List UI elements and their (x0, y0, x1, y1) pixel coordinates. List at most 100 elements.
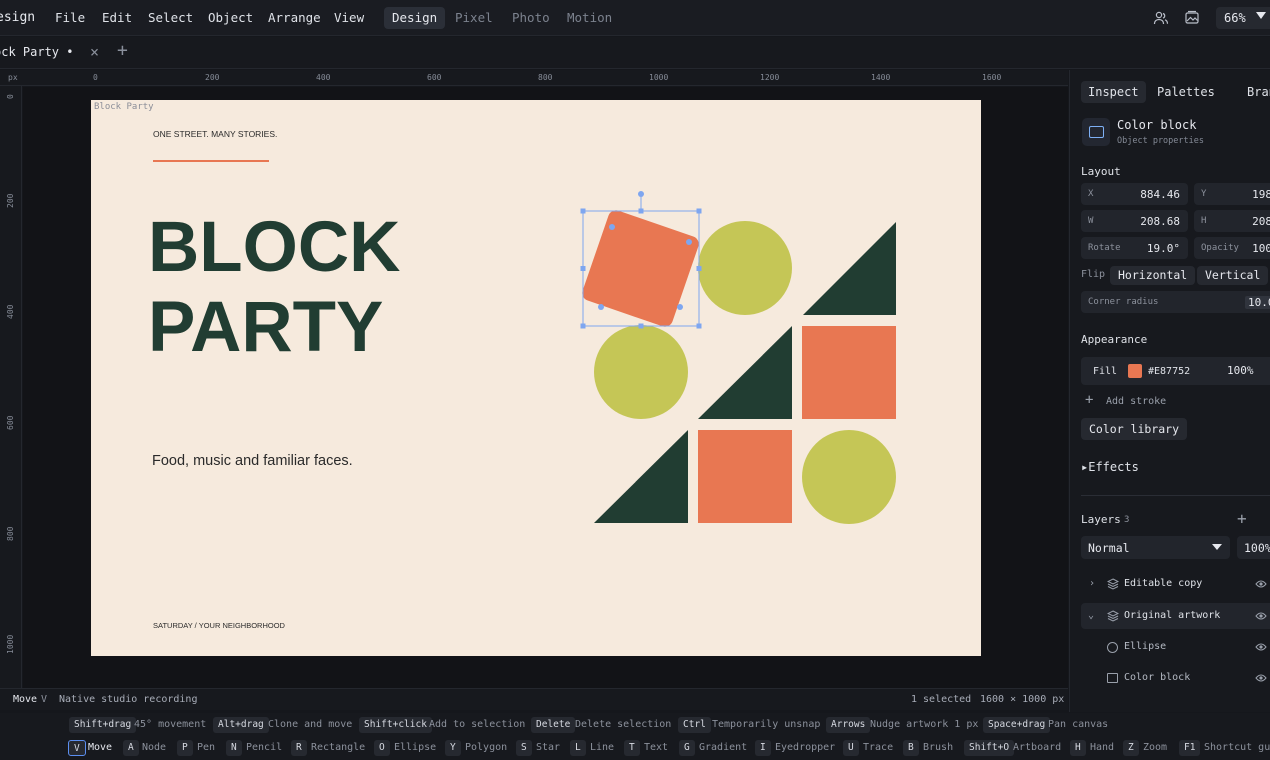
eye-icon[interactable] (1255, 673, 1267, 683)
opacity-field[interactable]: Opacity 100 (1194, 237, 1270, 259)
chevron-right-icon[interactable]: › (1089, 578, 1095, 589)
tab-inspect[interactable]: Inspect (1081, 81, 1146, 103)
layer-row-editable-copy[interactable]: › Editable copy (1081, 571, 1270, 597)
menu-file[interactable]: File (55, 10, 85, 25)
ellipse-shape[interactable] (594, 325, 688, 419)
triangle-shape[interactable] (594, 430, 688, 523)
tool-ellipse[interactable]: Ellipse (394, 742, 436, 753)
tool-hand[interactable]: Hand (1090, 742, 1114, 753)
ellipse-shape[interactable] (698, 221, 792, 315)
tab-brand[interactable]: Brand (1240, 81, 1270, 103)
tool-gradient[interactable]: Gradient (699, 742, 747, 753)
tool-key[interactable]: G (679, 740, 695, 756)
tool-key[interactable]: U (843, 740, 859, 756)
ruler-left[interactable]: 0 200 400 600 800 1000 (0, 86, 22, 688)
tool-shortcut-guide[interactable]: Shortcut gui (1204, 742, 1270, 753)
corner-radius-value[interactable]: 10.0 (1245, 296, 1270, 309)
tool-key[interactable]: O (374, 740, 390, 756)
tool-key[interactable]: Shift+O (964, 740, 1015, 756)
add-tab-icon[interactable]: + (117, 40, 128, 61)
tool-key[interactable]: P (177, 740, 193, 756)
menu-view[interactable]: View (334, 10, 364, 25)
fill-row[interactable]: Fill #E87752 100% (1081, 357, 1270, 385)
tool-key[interactable]: Z (1123, 740, 1139, 756)
square-shape[interactable] (802, 326, 896, 419)
document-tabs: ock Party • × + (0, 37, 1270, 69)
rotate-field[interactable]: Rotate 19.0° (1081, 237, 1188, 259)
layer-opacity-field[interactable]: 100% (1237, 536, 1270, 559)
eye-icon[interactable] (1255, 579, 1267, 589)
image-stack-icon[interactable] (1184, 10, 1200, 26)
close-icon[interactable]: × (90, 43, 99, 61)
tool-key[interactable]: N (226, 740, 242, 756)
tool-key[interactable]: V (68, 740, 86, 756)
tool-key[interactable]: T (624, 740, 640, 756)
add-layer-icon[interactable]: + (1237, 509, 1247, 528)
zoom-select[interactable]: 66% (1216, 7, 1270, 29)
mode-tab-pixel[interactable]: Pixel (447, 7, 501, 29)
triangle-shape[interactable] (803, 222, 896, 315)
rectangle-icon (1107, 673, 1118, 683)
add-stroke-button[interactable]: Add stroke (1106, 396, 1166, 407)
flip-vertical-button[interactable]: Vertical (1197, 266, 1269, 285)
tool-node[interactable]: Node (142, 742, 166, 753)
eye-icon[interactable] (1255, 611, 1267, 621)
tool-key[interactable]: H (1070, 740, 1086, 756)
fill-opacity[interactable]: 100% (1227, 364, 1254, 377)
tool-trace[interactable]: Trace (863, 742, 893, 753)
fill-swatch[interactable] (1128, 364, 1142, 378)
effects-section[interactable]: ▸Effects (1081, 460, 1139, 474)
y-field[interactable]: Y 198 (1194, 183, 1270, 205)
tab-palettes[interactable]: Palettes (1150, 81, 1222, 103)
tool-key[interactable]: S (516, 740, 532, 756)
tool-star[interactable]: Star (536, 742, 560, 753)
menu-edit[interactable]: Edit (102, 10, 132, 25)
ruler-top[interactable]: px 0 200 400 600 800 1000 1200 1400 1600 (0, 70, 1068, 86)
tool-move[interactable]: Move (88, 742, 112, 753)
artboard[interactable]: Block Party ONE STREET. MANY STORIES. BL… (91, 100, 981, 656)
tool-line[interactable]: Line (590, 742, 614, 753)
mode-tab-photo[interactable]: Photo (504, 7, 558, 29)
eye-icon[interactable] (1255, 642, 1267, 652)
blend-mode-select[interactable]: Normal (1081, 536, 1230, 559)
plus-icon[interactable]: + (1085, 392, 1093, 408)
layer-row-color-block[interactable]: Color block (1081, 665, 1270, 691)
tool-artboard[interactable]: Artboard (1013, 742, 1061, 753)
tool-key[interactable]: I (755, 740, 771, 756)
tool-key[interactable]: L (570, 740, 586, 756)
layer-row-original-artwork[interactable]: ⌄ Original artwork (1081, 603, 1270, 629)
people-icon[interactable] (1153, 10, 1169, 26)
tool-rectangle[interactable]: Rectangle (311, 742, 365, 753)
tool-pencil[interactable]: Pencil (246, 742, 282, 753)
tool-text[interactable]: Text (644, 742, 668, 753)
tool-key[interactable]: R (291, 740, 307, 756)
tool-key[interactable]: F1 (1179, 740, 1201, 756)
document-tab[interactable]: ock Party • (0, 45, 73, 59)
square-shape[interactable] (698, 430, 792, 523)
tool-key[interactable]: A (123, 740, 139, 756)
tool-polygon[interactable]: Polygon (465, 742, 507, 753)
tool-brush[interactable]: Brush (923, 742, 953, 753)
height-field[interactable]: H 208 (1194, 210, 1270, 232)
tool-eyedropper[interactable]: Eyedropper (775, 742, 835, 753)
mode-tab-motion[interactable]: Motion (559, 7, 620, 29)
fill-hex[interactable]: #E87752 (1148, 366, 1190, 377)
width-field[interactable]: W 208.68 (1081, 210, 1188, 232)
tool-key[interactable]: Y (445, 740, 461, 756)
x-field[interactable]: X 884.46 (1081, 183, 1188, 205)
menu-object[interactable]: Object (208, 10, 253, 25)
color-block[interactable] (580, 208, 701, 329)
flip-horizontal-button[interactable]: Horizontal (1110, 266, 1196, 285)
tool-zoom[interactable]: Zoom (1143, 742, 1167, 753)
ellipse-shape[interactable] (802, 430, 896, 524)
mode-tab-design[interactable]: Design (384, 7, 446, 29)
color-library-button[interactable]: Color library (1081, 418, 1188, 440)
menu-arrange[interactable]: Arrange (268, 10, 321, 25)
menu-select[interactable]: Select (148, 10, 193, 25)
tool-pen[interactable]: Pen (197, 742, 215, 753)
triangle-shape[interactable] (698, 326, 792, 419)
tool-key[interactable]: B (903, 740, 919, 756)
layer-row-ellipse[interactable]: Ellipse (1081, 634, 1270, 660)
chevron-down-icon[interactable]: ⌄ (1088, 610, 1094, 621)
corner-radius-field[interactable]: Corner radius 10.0 (1081, 291, 1270, 313)
